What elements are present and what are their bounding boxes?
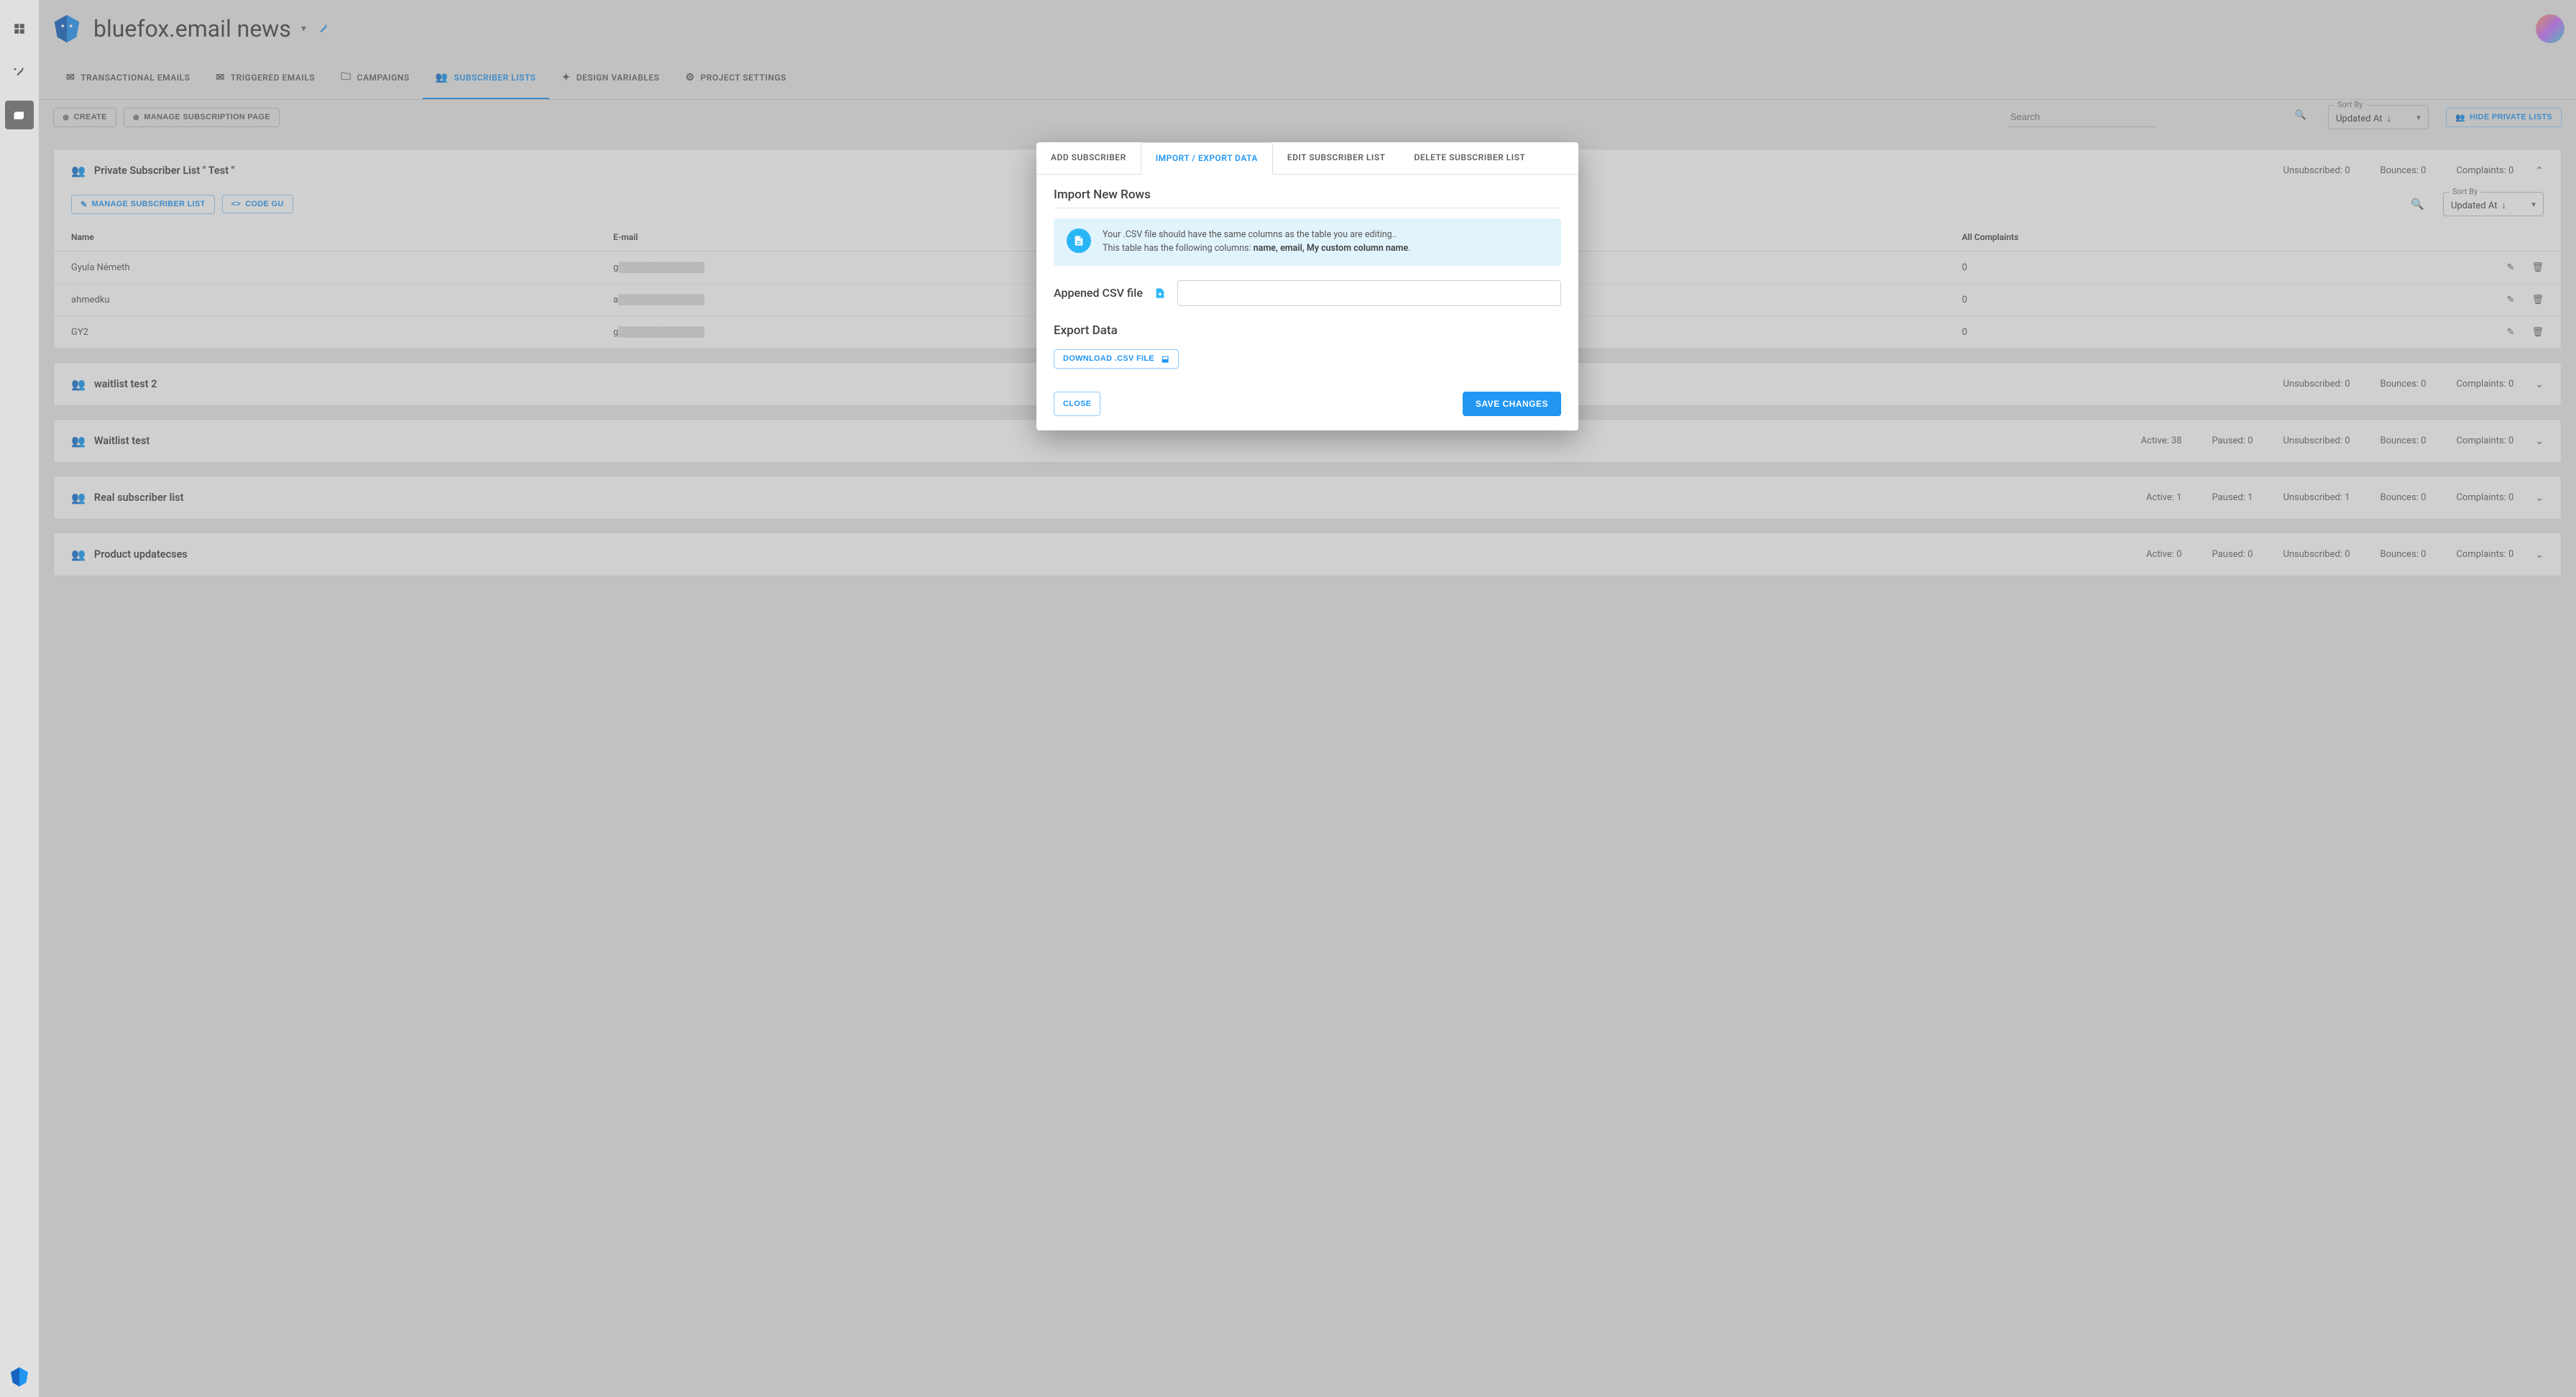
import-export-modal: Add Subscriber Import / Export Data Edit… [1036,142,1578,430]
modal-tab-add-subscriber[interactable]: Add Subscriber [1036,142,1141,174]
rail-dashboard-icon[interactable] [5,14,34,43]
download-csv-button[interactable]: Download .CSV File⬓ [1054,349,1179,369]
save-changes-button[interactable]: Save Changes [1463,392,1561,416]
info-box: Your .CSV file should have the same colu… [1054,218,1561,266]
csv-file-input[interactable] [1177,280,1561,306]
file-icon [1067,229,1091,253]
modal-tab-edit-list[interactable]: Edit Subscriber List [1273,142,1400,174]
append-csv-label: Appened CSV file [1054,286,1143,300]
modal-tab-import-export[interactable]: Import / Export Data [1141,142,1273,175]
download-icon: ⬓ [1162,354,1169,364]
import-section-title: Import New Rows [1054,188,1561,208]
export-section-title: Export Data [1054,323,1561,344]
close-button[interactable]: Close [1054,392,1100,416]
left-rail [0,0,39,1397]
info-line-1: Your .CSV file should have the same colu… [1103,229,1411,242]
rail-logo [8,1365,31,1388]
rail-folders-icon[interactable] [5,101,34,129]
info-line-2: This table has the following columns: na… [1103,242,1411,256]
modal-tab-delete-list[interactable]: Delete Subscriber List [1400,142,1540,174]
file-add-icon[interactable] [1154,287,1166,299]
rail-magic-icon[interactable] [5,57,34,86]
modal-overlay: Add Subscriber Import / Export Data Edit… [39,0,2576,1397]
